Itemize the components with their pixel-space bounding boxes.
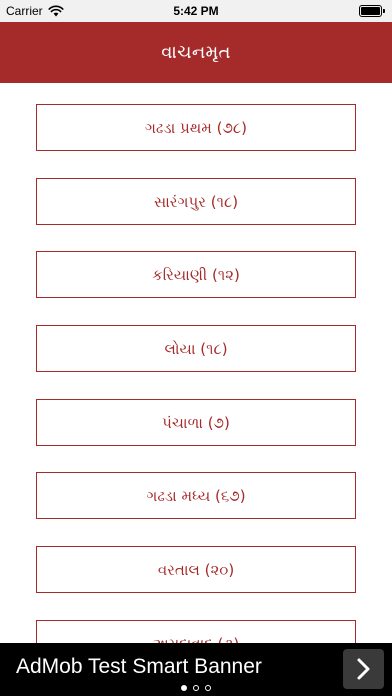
list-item-label: વરતાલ (૨૦) [157,560,235,579]
screen: Carrier 5:42 PM વાચનમૃત ગઢડા પ્રથમ (૭૮) … [0,0,392,696]
list-item-loya[interactable]: લોયા (૧૮) [36,325,356,372]
list-item-amdavad[interactable]: અમદાવાદ (૩) [36,620,356,643]
list-item-gadhada-madhya[interactable]: ગઢડા મધ્ય (૬૭) [36,472,356,519]
page-dot [193,685,199,691]
list-item-panchala[interactable]: પંચાળા (૭) [36,399,356,446]
list-item-label: લોયા (૧૮) [164,339,228,358]
list-item-label: કરિયાણી (૧૨) [152,265,240,284]
ad-banner-text[interactable]: AdMob Test Smart Banner [16,655,262,679]
list-item-sarangpur[interactable]: સારંગપુર (૧૮) [36,178,356,225]
status-bar: Carrier 5:42 PM [0,0,392,22]
page-title: વાચનમૃત [161,42,231,63]
ad-page-indicator [0,685,392,693]
list-item-kariyani[interactable]: કરિયાણી (૧૨) [36,251,356,298]
list-item-label: અમદાવાદ (૩) [153,635,239,644]
navigation-bar: વાચનમૃત [0,22,392,83]
ad-banner[interactable]: AdMob Test Smart Banner [0,643,392,696]
chapter-list[interactable]: ગઢડા પ્રથમ (૭૮) સારંગપુર (૧૮) કરિયાણી (૧… [0,83,392,643]
battery-icon [359,5,386,17]
list-item-vartal[interactable]: વરતાલ (૨૦) [36,546,356,593]
list-item-label: સારંગપુર (૧૮) [153,192,239,211]
chevron-right-icon [357,658,369,680]
list-item-gadhada-pratham[interactable]: ગઢડા પ્રથમ (૭૮) [36,104,356,151]
status-time: 5:42 PM [173,4,219,18]
list-item-label: ગઢડા મધ્ય (૬૭) [146,486,246,505]
list-item-label: પંચાળા (૭) [162,413,230,432]
list-item-label: ગઢડા પ્રથમ (૭૮) [144,118,248,137]
page-dot-active [181,685,187,691]
page-dot [205,685,211,691]
ad-open-button[interactable] [343,649,384,689]
